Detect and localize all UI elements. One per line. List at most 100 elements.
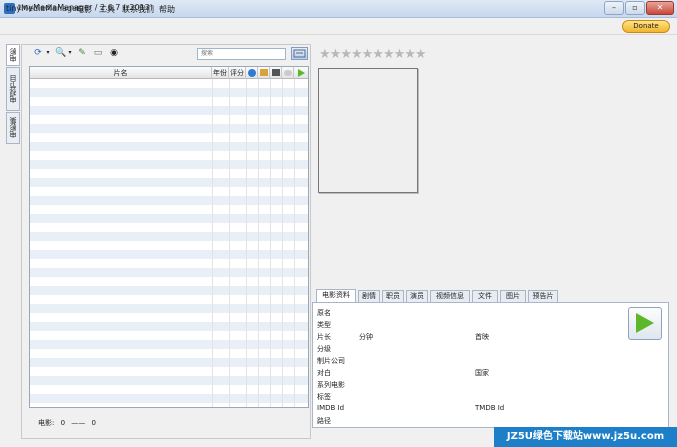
table-row[interactable] <box>30 349 308 358</box>
status-total: 0 <box>91 419 96 427</box>
grid-line <box>212 79 213 407</box>
grid-line <box>229 79 230 407</box>
minimize-button[interactable]: – <box>604 1 624 15</box>
menu-bar <box>0 18 677 35</box>
table-row[interactable] <box>30 223 308 232</box>
search-scrape-icon[interactable]: 🔍 <box>55 48 66 58</box>
table-row[interactable] <box>30 97 308 106</box>
field-label-premiered: 首映 <box>475 333 489 341</box>
rating-stars: ★★★★★★★★★★ <box>319 47 427 62</box>
media-info-icon[interactable]: ◉ <box>109 48 119 58</box>
column-trailer[interactable] <box>294 67 308 79</box>
status-label: 电影: <box>38 419 55 427</box>
field-label-tags: 标签 <box>317 393 331 401</box>
star-icon: ★ <box>404 47 416 62</box>
grid-line <box>294 79 295 407</box>
table-row[interactable] <box>30 214 308 223</box>
menu-movies[interactable]: 电影 <box>76 4 92 15</box>
images-icon <box>259 69 268 76</box>
column-title[interactable]: 片名 <box>30 67 212 79</box>
tab-movie-sets[interactable]: 电影集 <box>6 112 20 144</box>
status-bar: 电影: 0 —— 0 <box>38 418 96 428</box>
table-row[interactable] <box>30 196 308 205</box>
star-icon: ★ <box>340 47 352 62</box>
table-row[interactable] <box>30 358 308 367</box>
column-info[interactable] <box>246 67 258 79</box>
field-value-runtime: 分钟 <box>359 333 373 341</box>
table-row[interactable] <box>30 322 308 331</box>
close-button[interactable]: ✕ <box>646 1 674 15</box>
column-year[interactable]: 年份 <box>212 67 229 79</box>
tab-movies[interactable]: 电影 <box>6 44 20 66</box>
rename-icon[interactable]: ▭ <box>93 48 103 58</box>
search-button[interactable] <box>291 47 308 60</box>
table-row[interactable] <box>30 115 308 124</box>
table-row[interactable] <box>30 160 308 169</box>
column-rating[interactable]: 评分 <box>229 67 246 79</box>
menu-tinymediamanager[interactable]: tinyMediaManager <box>6 4 80 13</box>
search-options-icon <box>293 49 306 58</box>
star-icon: ★ <box>319 47 331 62</box>
table-row[interactable] <box>30 367 308 376</box>
search-input[interactable] <box>197 48 286 60</box>
film-icon <box>271 69 280 76</box>
menu-contact[interactable]: 联系我们 <box>122 4 154 15</box>
table-row[interactable] <box>30 187 308 196</box>
tab-plot[interactable]: 剧情 <box>358 290 380 302</box>
tab-tv-shows[interactable]: 电视节目 <box>6 67 20 111</box>
table-row[interactable] <box>30 79 308 88</box>
tab-files[interactable]: 文件 <box>472 290 498 302</box>
table-row[interactable] <box>30 331 308 340</box>
watermark-banner: JZ5U绿色下载站www.jz5u.com <box>494 427 677 447</box>
field-label-genre: 类型 <box>317 321 331 329</box>
table-row[interactable] <box>30 133 308 142</box>
tab-cast[interactable]: 演员 <box>406 290 428 302</box>
tab-movie-info[interactable]: 电影资料 <box>316 289 356 302</box>
table-row[interactable] <box>30 304 308 313</box>
chevron-down-icon[interactable]: ▾ <box>43 48 53 58</box>
tab-crew[interactable]: 职员 <box>382 290 404 302</box>
star-icon: ★ <box>393 47 406 62</box>
subtitle-icon <box>283 70 292 76</box>
star-icon: ★ <box>329 47 342 62</box>
column-subtitle[interactable] <box>282 67 294 79</box>
tab-video-info[interactable]: 视频信息 <box>430 290 470 302</box>
table-row[interactable] <box>30 295 308 304</box>
tab-images[interactable]: 图片 <box>500 290 526 302</box>
table-row[interactable] <box>30 106 308 115</box>
edit-icon[interactable]: ✎ <box>77 48 87 58</box>
table-row[interactable] <box>30 313 308 322</box>
refresh-icon[interactable]: ⟳ <box>33 48 43 58</box>
menu-tools[interactable]: 工具 <box>99 4 115 15</box>
field-label-movie-set: 系列电影 <box>317 381 345 389</box>
table-row[interactable] <box>30 277 308 286</box>
maximize-button[interactable]: ▫ <box>625 1 645 15</box>
column-film[interactable] <box>270 67 282 79</box>
table-row[interactable] <box>30 376 308 385</box>
table-row[interactable] <box>30 385 308 394</box>
table-row[interactable] <box>30 259 308 268</box>
table-row[interactable] <box>30 142 308 151</box>
table-row[interactable] <box>30 169 308 178</box>
table-row[interactable] <box>30 151 308 160</box>
column-images[interactable] <box>258 67 270 79</box>
field-label-runtime: 片长 <box>317 333 331 341</box>
menu-help[interactable]: 帮助 <box>159 4 175 15</box>
table-row[interactable] <box>30 178 308 187</box>
table-row[interactable] <box>30 124 308 133</box>
table-row[interactable] <box>30 205 308 214</box>
table-row[interactable] <box>30 241 308 250</box>
poster-image[interactable] <box>318 68 418 193</box>
movie-table[interactable]: 片名 年份 评分 <box>29 66 309 408</box>
table-row[interactable] <box>30 286 308 295</box>
table-row[interactable] <box>30 403 308 407</box>
table-row[interactable] <box>30 340 308 349</box>
table-row[interactable] <box>30 88 308 97</box>
table-row[interactable] <box>30 394 308 403</box>
table-row[interactable] <box>30 268 308 277</box>
chevron-down-icon[interactable]: ▾ <box>65 48 75 58</box>
table-row[interactable] <box>30 232 308 241</box>
tab-trailer[interactable]: 预告片 <box>528 290 558 302</box>
table-row[interactable] <box>30 250 308 259</box>
donate-button[interactable]: Donate <box>622 20 670 33</box>
